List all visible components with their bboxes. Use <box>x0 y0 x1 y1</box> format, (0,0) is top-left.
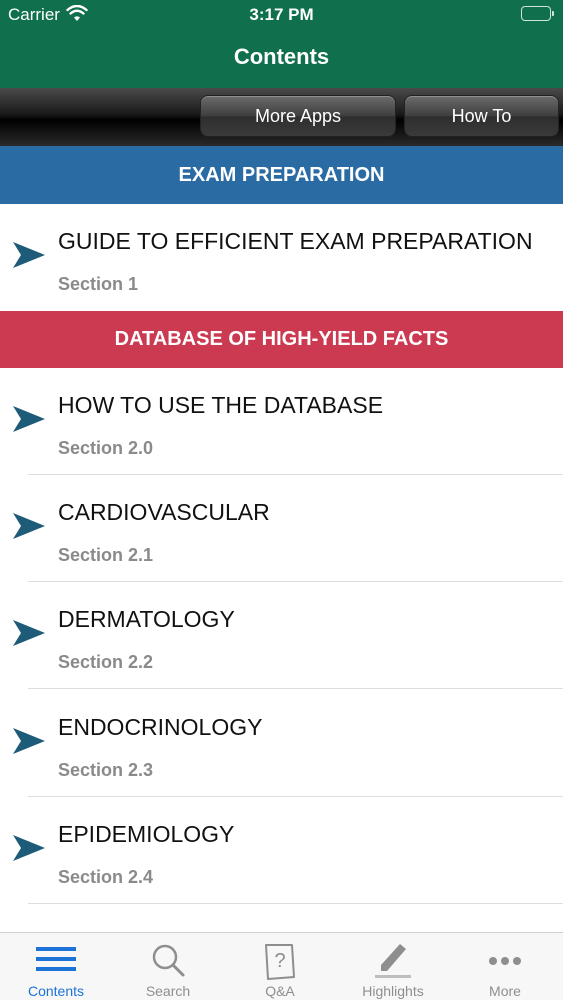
navigation-bar: Contents <box>0 30 563 88</box>
tab-label: More <box>489 983 521 999</box>
tab-contents[interactable]: Contents <box>0 933 112 1000</box>
chevron-right-icon <box>13 242 45 268</box>
battery-icon <box>521 6 554 21</box>
highlighter-icon <box>375 944 411 978</box>
list-item-title: DERMATOLOGY <box>58 606 235 632</box>
section-header-database: DATABASE OF HIGH-YIELD FACTS <box>0 311 563 368</box>
chevron-right-icon <box>13 728 45 754</box>
list-item-how-to-use[interactable]: HOW TO USE THE DATABASE Section 2.0 <box>0 368 563 475</box>
list-item-dermatology[interactable]: DERMATOLOGY Section 2.2 <box>0 582 563 689</box>
chevron-right-icon <box>13 406 45 432</box>
list-item-title: HOW TO USE THE DATABASE <box>58 392 384 418</box>
list-icon <box>36 947 76 971</box>
tab-search[interactable]: Search <box>112 933 224 1000</box>
chevron-right-icon <box>13 835 45 861</box>
how-to-button[interactable]: How To <box>404 95 559 137</box>
status-time: 3:17 PM <box>249 5 314 24</box>
page-title: Contents <box>233 44 330 69</box>
section-header-exam-preparation: EXAM PREPARATION <box>0 146 563 204</box>
list-item-subtitle: Section 2.3 <box>58 760 154 780</box>
list-item-title: GUIDE TO EFFICIENT EXAM PREPARATION <box>58 228 533 254</box>
list-item-cardiovascular[interactable]: CARDIOVASCULAR Section 2.1 <box>0 475 563 582</box>
row-divider <box>28 688 563 689</box>
list-item-title: CARDIOVASCULAR <box>58 499 270 525</box>
tab-label: Q&A <box>265 983 295 999</box>
tab-label: Contents <box>27 983 85 999</box>
chevron-right-icon <box>13 513 45 539</box>
list-item-title: ENDOCRINOLOGY <box>58 714 263 740</box>
list-item-subtitle: Section 1 <box>58 274 139 294</box>
list-item-subtitle: Section 2.2 <box>58 652 154 672</box>
list-item-endocrinology[interactable]: ENDOCRINOLOGY Section 2.3 <box>0 690 563 797</box>
tab-label: Search <box>145 983 191 999</box>
list-item-subtitle: Section 2.0 <box>58 438 154 458</box>
tab-more[interactable]: More <box>449 933 561 1000</box>
toolbar: More Apps How To <box>0 88 563 146</box>
chevron-right-icon <box>13 620 45 646</box>
list-item-guide[interactable]: GUIDE TO EFFICIENT EXAM PREPARATION Sect… <box>0 204 563 311</box>
row-divider <box>28 903 563 904</box>
list-item-title: EPIDEMIOLOGY <box>58 821 235 847</box>
list-item-epidemiology[interactable]: EPIDEMIOLOGY Section 2.4 <box>0 797 563 904</box>
list-item-subtitle: Section 2.4 <box>58 867 154 887</box>
more-apps-button[interactable]: More Apps <box>200 95 396 137</box>
list-item-subtitle: Section 2.1 <box>58 545 154 565</box>
tab-highlights[interactable]: Highlights <box>337 933 449 1000</box>
status-bar: Carrier 3:17 PM <box>0 0 563 30</box>
tab-label: Highlights <box>362 983 424 999</box>
tab-qa[interactable]: ? Q&A <box>224 933 336 1000</box>
search-icon <box>152 944 185 977</box>
svg-text:?: ? <box>274 950 285 972</box>
ellipsis-icon <box>489 957 521 965</box>
question-icon: ? <box>265 944 295 980</box>
tab-bar: Contents Search ? Q&A Highlights More <box>0 932 563 1000</box>
